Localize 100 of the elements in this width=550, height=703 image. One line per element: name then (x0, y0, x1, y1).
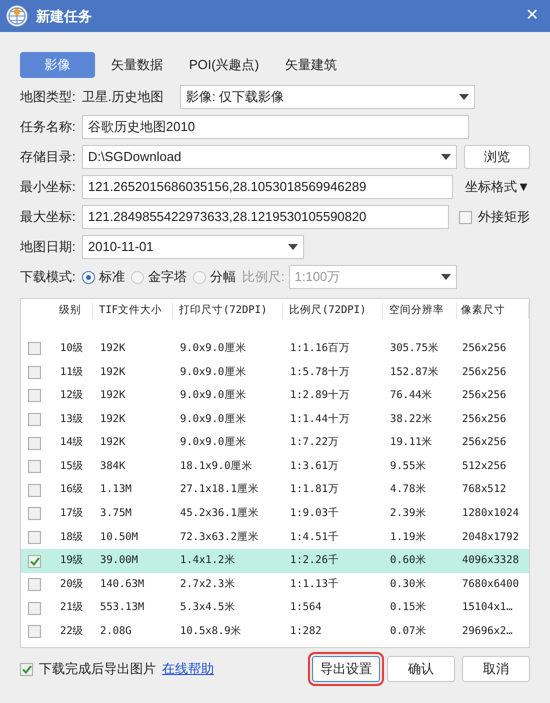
table-cell-text: 19.11米 (389, 435, 434, 450)
table-cell-text: 14级 (59, 435, 85, 450)
table-cell-text: 9.0x9.0厘米 (179, 388, 248, 404)
map-source-text: 卫星.历史地图 (82, 88, 165, 106)
checkbox[interactable] (20, 662, 33, 676)
table-cell-text: 11级 (59, 364, 85, 380)
table-cell-text: 192K (99, 340, 126, 356)
column-header: 像素尺寸 (457, 303, 529, 319)
task-name-field[interactable]: 谷歌历史地图2010 (82, 115, 469, 139)
dialog-button[interactable]: 确认 (387, 656, 455, 682)
field-label: 最小坐标: (20, 178, 77, 196)
checkbox[interactable] (28, 460, 41, 474)
table-cell-text: 20级 (59, 576, 85, 592)
table-cell-text: 22级 (59, 624, 85, 640)
checkbox[interactable] (28, 484, 41, 497)
tab[interactable]: 矢量数据 (101, 52, 173, 78)
checkbox[interactable] (28, 507, 41, 520)
table-cell-text: 384K (99, 458, 126, 474)
table-cell-text: 1:7.22万 (289, 435, 340, 450)
close-button[interactable]: ✕ (520, 4, 544, 28)
column-header: 级别 (51, 303, 93, 319)
column-header: 空间分辨率 (383, 303, 457, 319)
table-cell-text: 9.0x9.0厘米 (179, 412, 248, 427)
min-coordinate-field[interactable]: 121.2652015686035156,28.1053018569946289 (82, 175, 454, 199)
tab[interactable]: 影像 (20, 52, 95, 78)
table-cell-text: 2.08G (99, 624, 133, 640)
map-type-dropdown[interactable]: 影像: 仅下载影像 (180, 85, 475, 109)
table-cell-text: 1:282 (289, 624, 323, 640)
dropdown-caret-icon (288, 244, 298, 250)
table-cell-text: 27.1x18.1厘米 (179, 482, 260, 498)
table-cell-text: 13级 (59, 412, 85, 427)
table-cell-text: 9.0x9.0厘米 (179, 435, 248, 450)
table-cell-text: 18级 (59, 530, 85, 545)
checkbox[interactable] (28, 366, 41, 379)
checkbox-label: 外接矩形 (478, 208, 530, 226)
table-cell-text: 2048x1792 (461, 530, 520, 545)
table-cell-text: 5.3x4.5米 (179, 600, 236, 616)
checkbox[interactable] (28, 342, 41, 356)
checkmark-icon (22, 664, 32, 674)
table-cell-text: 256x256 (461, 340, 508, 356)
table-cell-text: 10级 (59, 340, 85, 356)
column-header: 打印尺寸(72DPI) (173, 303, 283, 319)
table-cell-text: 192K (99, 435, 126, 450)
date-dropdown[interactable]: 2010-11-01 (82, 235, 304, 259)
radio-button[interactable] (131, 270, 144, 284)
selected-table-row[interactable]: 19级 39.00M 1.4x1.2米 1:2.26千 0.60米 4096x3328 (21, 549, 529, 573)
table-cell-text: 7680x6400 (461, 576, 520, 592)
table-cell-text: 3.75M (99, 506, 133, 522)
browse-button[interactable]: 浏览 (464, 145, 530, 169)
table-cell-text: 45.2x36.1厘米 (179, 506, 260, 522)
checkbox[interactable] (28, 413, 41, 426)
max-coordinate-field[interactable]: 121.2849855422973633,28.1219530105590820 (82, 205, 449, 229)
table-cell-text: 2.39米 (389, 506, 428, 522)
table-cell-text: 1:5.78十万 (289, 364, 351, 380)
checkbox[interactable] (28, 625, 41, 638)
tab[interactable]: 矢量建筑 (275, 52, 348, 78)
checkbox[interactable] (28, 531, 41, 544)
table-cell-text: 1280x1024 (461, 506, 520, 522)
table-cell-text: 1:1.13千 (289, 576, 340, 592)
table-cell-text: 152.87米 (389, 364, 440, 380)
table-cell-text: 1.4x1.2米 (179, 553, 236, 568)
radio-label: 分幅 (210, 268, 236, 286)
table-cell-text: 768x512 (461, 482, 508, 498)
radio-button[interactable] (193, 270, 206, 284)
field-label: 下载模式: (20, 268, 77, 286)
checkbox[interactable] (28, 389, 41, 402)
table-cell-text: 15104x1… (461, 600, 514, 616)
radio-button[interactable] (82, 270, 95, 284)
table-cell-text: 10.5x8.9米 (179, 624, 243, 640)
dialog-button[interactable]: 取消 (462, 656, 530, 682)
checkbox[interactable] (28, 436, 41, 450)
table-cell-text: 4096x3328 (461, 553, 520, 568)
table-cell-text: 256x256 (461, 388, 508, 404)
checkbox[interactable] (459, 210, 472, 224)
table-cell-text: 19级 (59, 553, 85, 568)
table-cell-text: 305.75米 (389, 340, 440, 356)
radio-label: 金字塔 (148, 268, 187, 286)
tab[interactable]: POI(兴趣点) (179, 52, 270, 78)
table-cell-text: 1:4.51千 (289, 530, 340, 545)
table-cell-text: 4.78米 (389, 482, 428, 498)
table-cell-text: 0.07米 (389, 624, 428, 640)
table-cell-text: 1:9.03千 (289, 506, 340, 522)
window-title: 新建任务 (36, 6, 93, 26)
table-cell-text: 38.22米 (389, 412, 434, 427)
checkmark-icon (30, 556, 40, 566)
storage-dropdown[interactable]: D:\SGDownload (82, 145, 458, 169)
globe-icon (6, 5, 28, 27)
field-label: 地图日期: (20, 238, 77, 256)
coordinate-format-menu[interactable]: 坐标格式▼ (465, 177, 530, 197)
checkbox[interactable] (28, 554, 41, 568)
table-cell-text: 29696x2… (461, 624, 514, 640)
dropdown-caret-icon (459, 94, 469, 100)
help-link[interactable]: 在线帮助 (162, 659, 214, 679)
table-cell-text: 16级 (59, 482, 85, 498)
scale-label: 比例尺: (242, 268, 285, 286)
table-cell-text: 18.1x9.0厘米 (179, 458, 254, 474)
checkbox[interactable] (28, 578, 41, 592)
table-cell-text: 2.7x2.3米 (179, 576, 236, 592)
table-cell-text: 1:564 (289, 600, 323, 616)
checkbox[interactable] (28, 602, 41, 615)
